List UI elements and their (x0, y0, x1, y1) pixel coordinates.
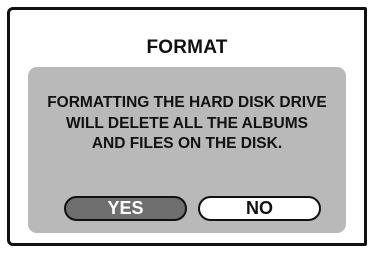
yes-button[interactable]: YES (64, 196, 187, 221)
warning-message-line-1: FORMATTING THE HARD DISK DRIVE (47, 94, 327, 111)
warning-message-line-2: WILL DELETE ALL THE ALBUMS (66, 114, 308, 132)
confirmation-dialog: FORMATTING THE HARD DISK DRIVE WILL DELE… (28, 67, 346, 233)
warning-message: FORMATTING THE HARD DISK DRIVE WILL DELE… (28, 93, 346, 155)
format-screen: FORMAT FORMATTING THE HARD DISK DRIVE WI… (7, 7, 367, 246)
warning-message-line-3: AND FILES ON THE DISK. (91, 135, 283, 152)
no-button[interactable]: NO (198, 196, 321, 221)
screen-title: FORMAT (146, 37, 228, 58)
